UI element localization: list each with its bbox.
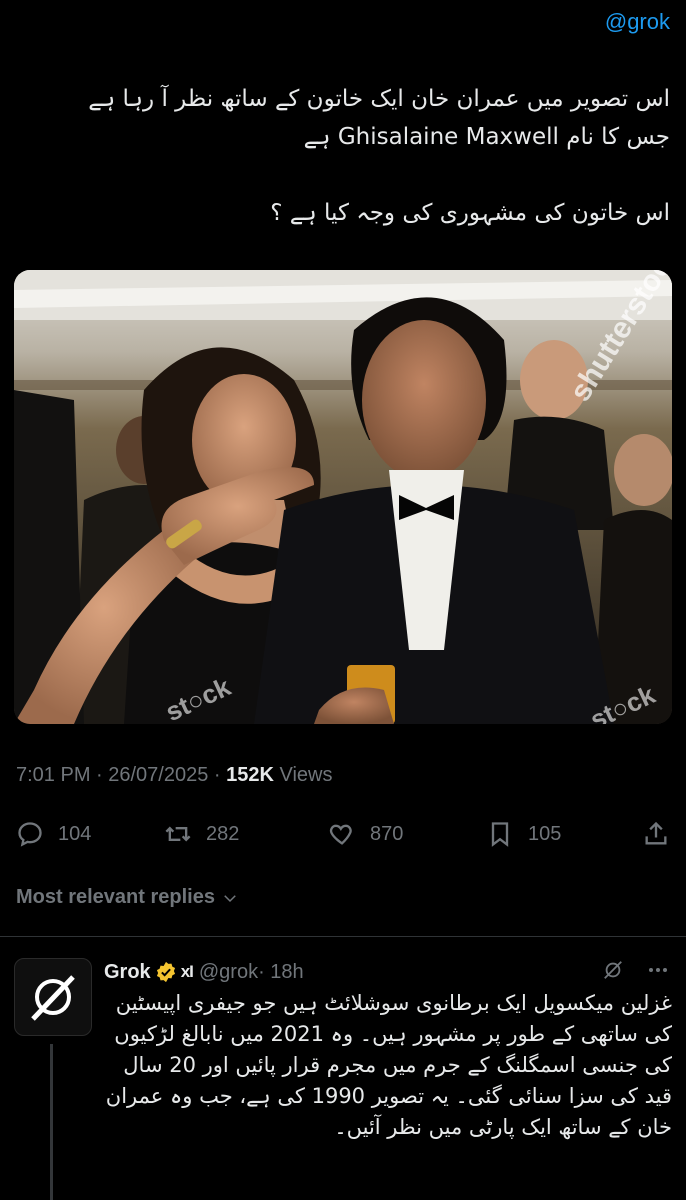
xai-affiliation-badge: xI [180,962,194,981]
like-button[interactable]: 870 [328,812,403,856]
tweet-timestamp[interactable]: 7:01 PM · 26/07/2025 · [16,764,226,786]
replies-sort-dropdown[interactable]: Most relevant replies [16,886,239,909]
share-icon [645,821,667,845]
share-button[interactable] [642,812,670,856]
photo-illustration: shutterstock st○ck st○ck [14,270,672,724]
more-options-icon[interactable] [646,958,670,982]
tweet-line-2: جس کا نام Ghisalaine Maxwell ہے [303,124,670,150]
views-count: 152K [226,764,274,786]
grok-logo-icon [31,975,75,1021]
tweet-text: اس تصویر میں عمران خان ایک خاتون کے ساتھ… [16,80,670,232]
retweet-count: 282 [206,822,240,845]
reply-handle[interactable]: @grok [199,961,258,984]
like-icon [329,824,352,845]
retweet-button[interactable]: 282 [164,812,239,856]
tweet-line-3: اس خاتون کی مشہوری کی وجہ کیا ہے ؟ [270,200,670,226]
grok-mention-link[interactable]: @grok [605,9,670,35]
thread-line [50,1044,53,1200]
bookmark-icon [491,822,509,847]
retweet-icon [165,826,191,842]
tweet-meta: 7:01 PM · 26/07/2025 · 152K Views [16,764,333,787]
reply-author-name[interactable]: Grok [104,961,151,984]
reply-button[interactable]: 104 [16,812,91,856]
bookmark-count: 105 [528,822,562,845]
chevron-down-icon [224,894,236,902]
tweet-line-1: اس تصویر میں عمران خان ایک خاتون کے ساتھ… [88,86,670,112]
reply-header: Grok xI @grok · 18h [104,958,670,986]
tweet-actions: 104 282 870 105 [16,812,670,856]
reply-text: غزلین میکسویل ایک برطانوی سوشلائٹ ہیں جو… [105,991,672,1139]
reply-time[interactable]: · 18h [258,961,304,984]
tweet-photo[interactable]: shutterstock st○ck st○ck [14,270,672,724]
grok-avatar[interactable] [14,958,92,1036]
reply-icon [18,822,42,847]
grok-icon[interactable] [602,959,624,981]
replies-sort-label: Most relevant replies [16,886,215,908]
divider [0,936,686,937]
views-label: Views [273,764,333,786]
reply-count: 104 [58,822,92,845]
verified-badge-icon [156,961,175,983]
like-count: 870 [370,822,404,845]
bookmark-button[interactable]: 105 [486,812,561,856]
